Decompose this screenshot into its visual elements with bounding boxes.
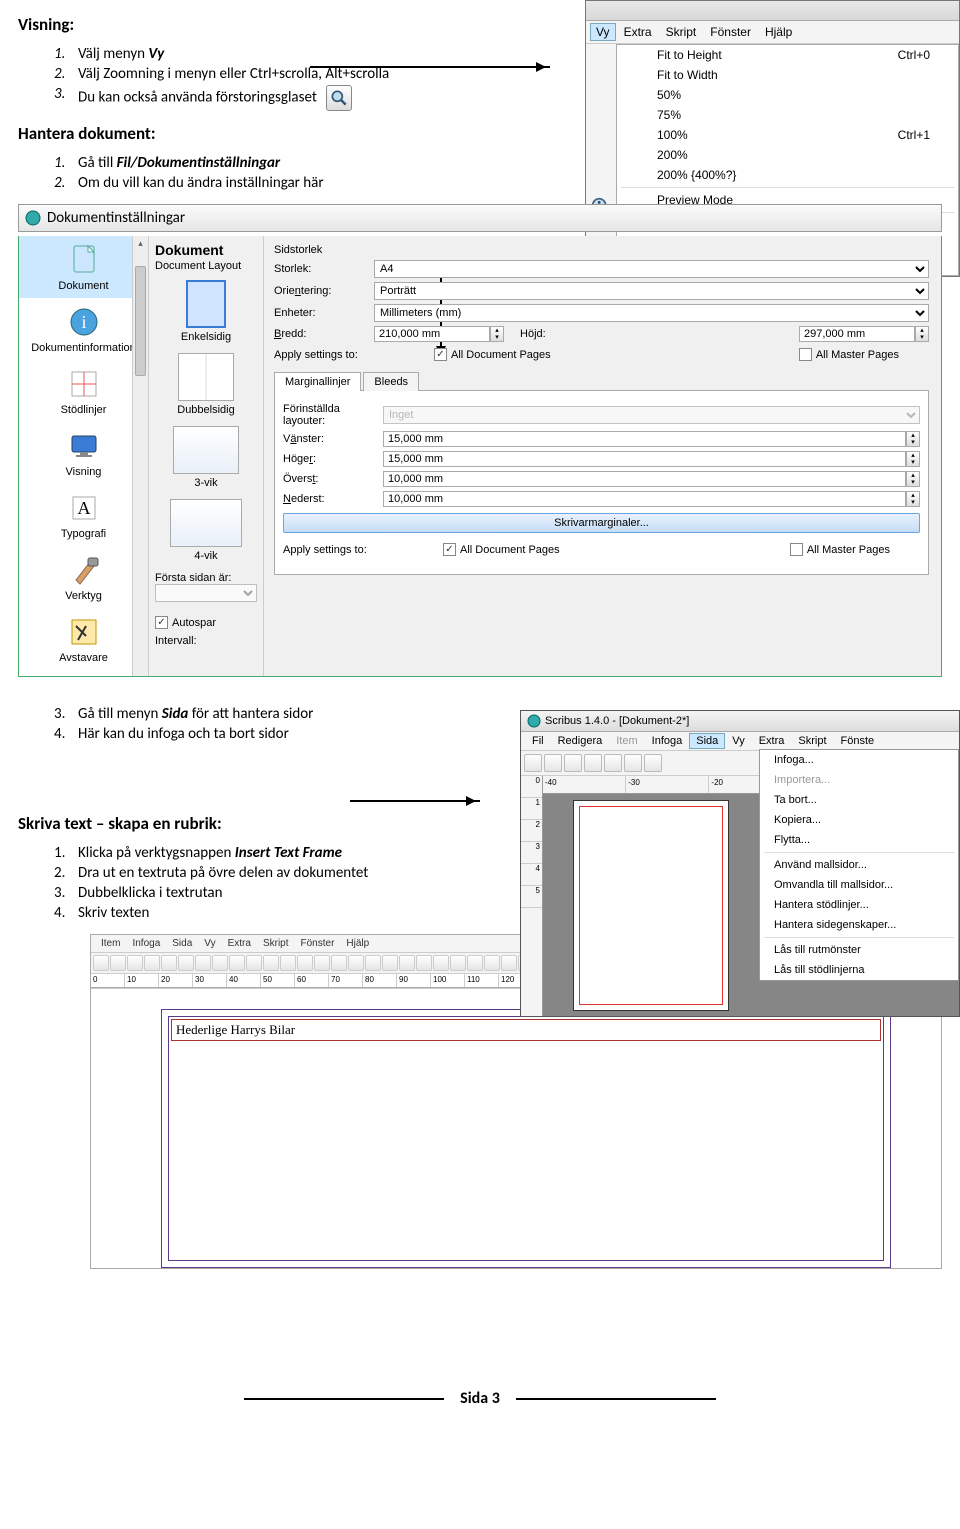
svg-text:A: A xyxy=(77,498,90,518)
tab-bleeds[interactable]: Bleeds xyxy=(363,372,419,391)
magnifier-icon xyxy=(326,85,352,111)
group-sub: Document Layout xyxy=(155,260,257,272)
arrow-to-sida xyxy=(350,800,480,802)
sida-kopiera[interactable]: Kopiera... xyxy=(760,810,958,830)
editor-canvas[interactable]: Hederlige Harrys Bilar xyxy=(91,988,941,1268)
scribus-icon xyxy=(527,714,541,728)
printer-margins-button[interactable]: Skrivarmarginaler... xyxy=(283,513,920,533)
sidebar-teckensnitt[interactable]: Teckensnitt xyxy=(19,670,148,676)
sidebar-dokument[interactable]: Dokument xyxy=(19,236,148,298)
scribus-sida-window: Scribus 1.4.0 - [Dokument-2*] Fil Redige… xyxy=(520,710,960,1017)
first-page-label: Första sidan är: xyxy=(155,572,257,584)
bredd-input[interactable] xyxy=(374,326,490,342)
sida-omvandla[interactable]: Omvandla till mallsidor... xyxy=(760,875,958,895)
dialog-title: Dokumentinställningar xyxy=(47,209,185,227)
sidebar-scrollbar[interactable]: ▴ xyxy=(132,236,148,676)
sida-stodlinjerna[interactable]: Lås till stödlinjerna xyxy=(760,960,958,980)
hantera-list: 1.Gå till Fil/Dokumentinställningar 2.Om… xyxy=(54,154,942,192)
svg-text:i: i xyxy=(81,312,86,332)
sidebar-visning[interactable]: Visning xyxy=(19,422,148,484)
preset-select[interactable]: Inget xyxy=(383,406,920,424)
scribus-app-icon xyxy=(25,210,41,226)
sida-stodlinjer[interactable]: Hantera stödlinjer... xyxy=(760,895,958,915)
group-title: Dokument xyxy=(155,242,257,258)
sida-infoga[interactable]: Infoga... xyxy=(760,750,958,770)
overst-input[interactable] xyxy=(383,471,906,487)
sidebar-stodlinjer[interactable]: Stödlinjer xyxy=(19,360,148,422)
menu-sida[interactable]: Sida xyxy=(689,733,725,749)
scribus-page xyxy=(573,800,729,1011)
heading-visning: Visning: xyxy=(18,14,942,35)
orientering-select[interactable]: Porträtt xyxy=(374,282,929,300)
hojd-input[interactable] xyxy=(799,326,915,342)
sidebar-verktyg[interactable]: Verktyg xyxy=(19,546,148,608)
sidebar-avstavare[interactable]: Avstavare xyxy=(19,608,148,670)
sida-importera[interactable]: Importera... xyxy=(760,770,958,790)
all-master-pages-checkbox[interactable]: All Master Pages xyxy=(799,348,899,361)
arrow-to-vy xyxy=(310,66,550,68)
dialog-layout-column: Dokument Document Layout Enkelsidig Dubb… xyxy=(149,236,264,676)
toolbar-icon[interactable] xyxy=(93,955,109,971)
sida-rutmonster[interactable]: Lås till rutmönster xyxy=(760,940,958,960)
autospar-checkbox[interactable]: Autospar xyxy=(155,616,257,629)
hoger-input[interactable] xyxy=(383,451,906,467)
dialog-titlebar: Dokumentinställningar xyxy=(18,204,942,232)
sida-sidegenskaper[interactable]: Hantera sidegenskaper... xyxy=(760,915,958,935)
nederst-input[interactable] xyxy=(383,491,906,507)
enheter-select[interactable]: Millimeters (mm) xyxy=(374,304,929,322)
document-settings-dialog: Dokument iDokumentinformation Stödlinjer… xyxy=(18,236,942,677)
vertical-ruler: 012345 xyxy=(521,776,543,1016)
layout-enkelsidig[interactable]: Enkelsidig xyxy=(155,280,257,343)
heading-hantera: Hantera dokument: xyxy=(18,123,942,144)
layout-dubbelsidig[interactable]: Dubbelsidig xyxy=(155,353,257,416)
dialog-sidebar[interactable]: Dokument iDokumentinformation Stödlinjer… xyxy=(19,236,149,676)
sidebar-typografi[interactable]: ATypografi xyxy=(19,484,148,546)
sida-mallsidor[interactable]: Använd mallsidor... xyxy=(760,855,958,875)
dialog-right-panel: Sidstorlek Storlek: A4 Orientering: Port… xyxy=(264,236,941,676)
sida-dropdown: Infoga... Importera... Ta bort... Kopier… xyxy=(759,749,959,981)
vanster-input[interactable] xyxy=(383,431,906,447)
layout-3vik[interactable]: 3-vik xyxy=(155,426,257,489)
sida-tabort[interactable]: Ta bort... xyxy=(760,790,958,810)
tab-marginallinjer[interactable]: Marginallinjer xyxy=(274,372,361,391)
all-doc-pages-checkbox[interactable]: All Document Pages xyxy=(434,348,551,361)
sida-flytta[interactable]: Flytta... xyxy=(760,830,958,850)
editor-page: Hederlige Harrys Bilar xyxy=(161,1009,891,1268)
text-frame[interactable]: Hederlige Harrys Bilar xyxy=(171,1019,881,1041)
scribus-titlebar: Scribus 1.4.0 - [Dokument-2*] xyxy=(521,711,959,732)
page-footer: Sida 3 xyxy=(18,1389,942,1408)
all-master-pages-checkbox-2[interactable]: All Master Pages xyxy=(790,543,890,556)
all-doc-pages-checkbox-2[interactable]: All Document Pages xyxy=(443,543,560,556)
storlek-select[interactable]: A4 xyxy=(374,260,929,278)
sidebar-dokumentinfo[interactable]: iDokumentinformation xyxy=(19,298,148,360)
first-page-select[interactable] xyxy=(155,584,257,602)
layout-4vik[interactable]: 4-vik xyxy=(155,499,257,562)
visning-list: 1.Välj menyn Vy 2.Välj Zoomning i menyn … xyxy=(54,45,942,111)
sidstorlek-label: Sidstorlek xyxy=(274,244,929,256)
page-number: Sida 3 xyxy=(460,1389,500,1408)
interval-label: Intervall: xyxy=(155,635,197,647)
